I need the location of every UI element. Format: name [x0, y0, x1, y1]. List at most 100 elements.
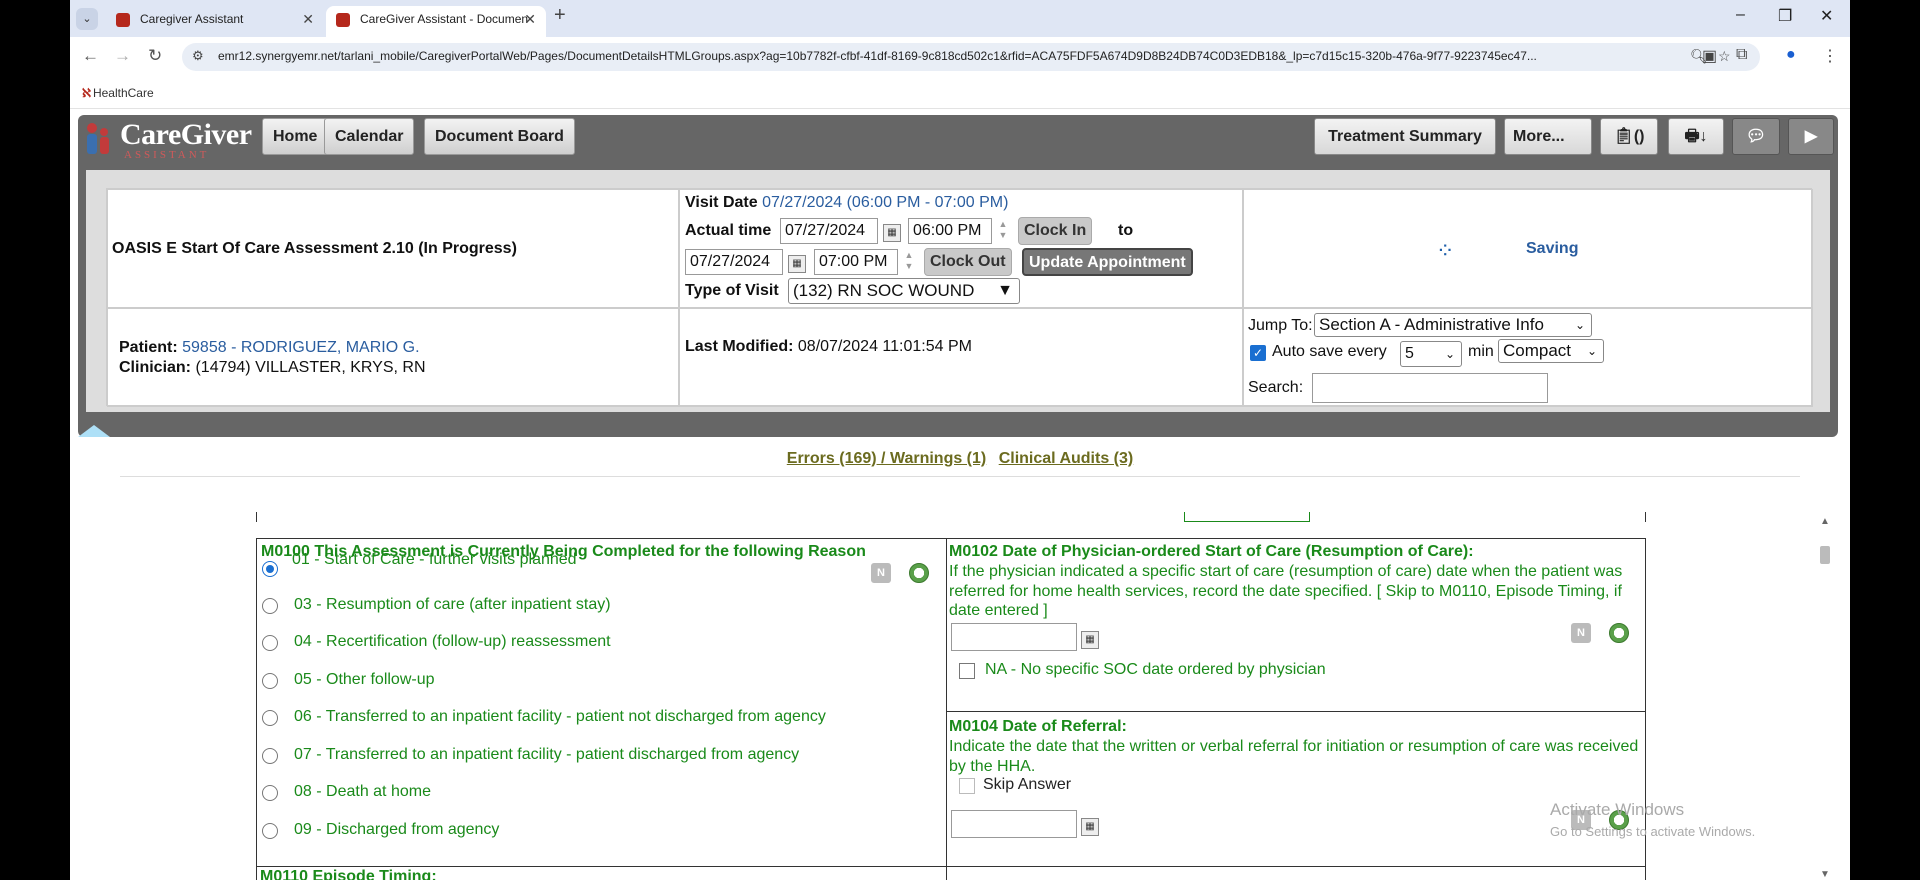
menu-icon[interactable]: ⋮ [1822, 46, 1838, 66]
url-text[interactable]: emr12.synergyemr.net/tarlani_mobile/Care… [218, 49, 1537, 63]
m0100-radio[interactable] [262, 748, 278, 764]
m0102-date-input[interactable] [951, 623, 1077, 651]
tab-search-icon[interactable]: ⌄ [76, 8, 98, 30]
collapse-indicator-icon[interactable] [78, 425, 110, 437]
forward-icon[interactable]: → [114, 46, 131, 66]
jump-to-select[interactable]: Section A - Administrative Info ⌄ [1314, 313, 1592, 337]
search-input[interactable] [1312, 373, 1548, 403]
m0102-title: M0102 Date of Physician-ordered Start of… [949, 543, 1474, 560]
view-mode-select[interactable]: Compact ⌄ [1498, 339, 1604, 363]
min-label: min [1468, 343, 1494, 360]
skip-answer-checkbox[interactable] [959, 778, 975, 794]
m0100-radio[interactable] [262, 598, 278, 614]
tab-title: CareGiver Assistant - Documen [360, 12, 529, 26]
autosave-label: Auto save every [1272, 343, 1387, 360]
search-label: Search: [1248, 379, 1304, 396]
actual-time-label: Actual time [685, 222, 772, 239]
clinical-audits-link[interactable]: Clinical Audits (3) [999, 450, 1134, 467]
time-spinner-icon[interactable]: ▲ ▼ [902, 250, 916, 274]
m0104-date-input[interactable] [951, 810, 1077, 838]
clock-in-button[interactable]: Clock In [1018, 217, 1093, 245]
spinner-icon: ⁘ [1436, 238, 1455, 263]
logo-text: CareGiver [120, 118, 252, 151]
start-time-input[interactable]: 06:00 PM [908, 218, 992, 244]
history-icon[interactable] [909, 563, 929, 583]
document-board-button[interactable]: Document Board [424, 118, 575, 155]
close-tab-icon[interactable]: ✕ [302, 6, 314, 32]
tab-document[interactable]: CareGiver Assistant - Documen ✕ [326, 6, 546, 37]
caregiver-logo[interactable]: CareGiver ASSISTANT [84, 118, 254, 161]
tab-caregiver-assistant[interactable]: Caregiver Assistant ✕ [106, 6, 324, 37]
type-of-visit-label: Type of Visit [685, 282, 779, 299]
m0102-na-checkbox[interactable] [959, 663, 975, 679]
close-tab-icon[interactable]: ✕ [524, 6, 536, 32]
update-appointment-button[interactable]: Update Appointment [1022, 248, 1193, 276]
visit-info-table: OASIS E Start Of Care Assessment 2.10 (I… [106, 188, 1813, 407]
scroll-down-icon[interactable]: ▼ [1820, 869, 1830, 880]
start-date-input[interactable]: 07/27/2024 [780, 218, 878, 244]
home-button[interactable]: Home [262, 118, 329, 155]
new-tab-icon[interactable]: + [554, 4, 566, 27]
patient-link[interactable]: 59858 - RODRIGUEZ, MARIO G. [182, 339, 419, 356]
history-icon[interactable] [1609, 623, 1629, 643]
play-button[interactable]: ▶ [1788, 118, 1834, 155]
errors-warnings-link[interactable]: Errors (169) / Warnings (1) [787, 450, 986, 467]
m0100-radio[interactable] [262, 823, 278, 839]
note-icon[interactable]: N [871, 563, 891, 583]
profile-icon[interactable]: ● [1786, 46, 1796, 64]
time-spinner-icon[interactable]: ▲ ▼ [996, 219, 1010, 243]
bookmark-star-icon[interactable]: ☆ [1718, 48, 1731, 65]
controls-cell: Jump To: Section A - Administrative Info… [1243, 308, 1813, 407]
reload-icon[interactable]: ↻ [148, 46, 162, 66]
m0102-section: M0102 Date of Physician-ordered Start of… [946, 538, 1646, 712]
print-button[interactable]: 🖶↓ [1668, 118, 1724, 155]
calendar-icon[interactable]: ▦ [1081, 818, 1099, 836]
m0102-na-label: NA - No specific SOC date ordered by phy… [985, 661, 1326, 678]
clinician-value: (14794) VILLASTER, KRYS, RN [195, 359, 426, 376]
calendar-icon[interactable]: ▦ [788, 255, 806, 273]
scroll-up-icon[interactable]: ▲ [1820, 516, 1830, 527]
chat-button[interactable]: 💬︎ [1732, 118, 1780, 155]
calendar-icon[interactable]: ▦ [1081, 631, 1099, 649]
site-info-icon[interactable]: ⚙ [192, 48, 204, 64]
clipboard-button[interactable]: 📋︎() [1600, 118, 1658, 155]
m0100-radio[interactable] [262, 673, 278, 689]
m0100-radio[interactable] [262, 785, 278, 801]
m0110-section: M0110 Episode Timing: [256, 866, 1646, 880]
document-title: OASIS E Start Of Care Assessment 2.10 (I… [112, 240, 517, 257]
form-scrollbar[interactable]: ▲ ▼ [1816, 514, 1836, 880]
clock-out-button[interactable]: Clock Out [924, 248, 1012, 276]
m0100-radio[interactable] [262, 635, 278, 651]
m0100-radio[interactable] [262, 561, 278, 577]
logo-figure-icon [87, 123, 109, 154]
close-window-icon[interactable]: ✕ [1820, 6, 1833, 26]
calendar-icon[interactable]: ▦ [883, 224, 901, 242]
m0100-option-label: 05 - Other follow-up [294, 671, 435, 688]
bookmark-healthcare[interactable]: ℵ HealthCare [82, 86, 154, 100]
restore-icon[interactable]: ❐ [1778, 6, 1792, 26]
m0100-option-label: 03 - Resumption of care (after inpatient… [294, 596, 611, 613]
note-icon[interactable]: N [1571, 623, 1591, 643]
type-of-visit-select[interactable]: (132) RN SOC WOUND ▼ [788, 278, 1020, 304]
more-button[interactable]: More... [1504, 118, 1592, 155]
previous-date-input[interactable]: 07/27/2024 [1184, 512, 1310, 522]
saving-cell: ⁘ Saving [1243, 189, 1813, 308]
browser-toolbar: ← → ↻ ⚙ emr12.synergyemr.net/tarlani_mob… [70, 37, 1850, 77]
treatment-summary-button[interactable]: Treatment Summary [1314, 118, 1496, 155]
autosave-interval-select[interactable]: 5 ⌄ [1400, 341, 1462, 367]
end-time-input[interactable]: 07:00 PM [814, 249, 898, 275]
autosave-checkbox[interactable]: ✓ [1250, 345, 1266, 361]
calendar-button[interactable]: Calendar [324, 118, 415, 155]
m0100-option-label: 06 - Transferred to an inpatient facilit… [294, 708, 826, 725]
extension-icon[interactable]: ▣ [1702, 46, 1717, 66]
extensions-puzzle-icon[interactable]: ⧉ [1736, 46, 1747, 64]
scroll-thumb[interactable] [1820, 546, 1830, 564]
back-icon[interactable]: ← [82, 46, 99, 66]
m0104-section: M0104 Date of Referral: Indicate the dat… [946, 712, 1646, 880]
end-date-input[interactable]: 07/27/2024 [685, 249, 783, 275]
m0100-option-label: 07 - Transferred to an inpatient facilit… [294, 746, 800, 763]
m0100-radio[interactable] [262, 710, 278, 726]
address-bar[interactable]: ⚙ emr12.synergyemr.net/tarlani_mobile/Ca… [182, 43, 1760, 71]
minimize-icon[interactable]: – [1736, 6, 1745, 24]
tab-strip: ⌄ Caregiver Assistant ✕ CareGiver Assist… [70, 0, 1850, 37]
